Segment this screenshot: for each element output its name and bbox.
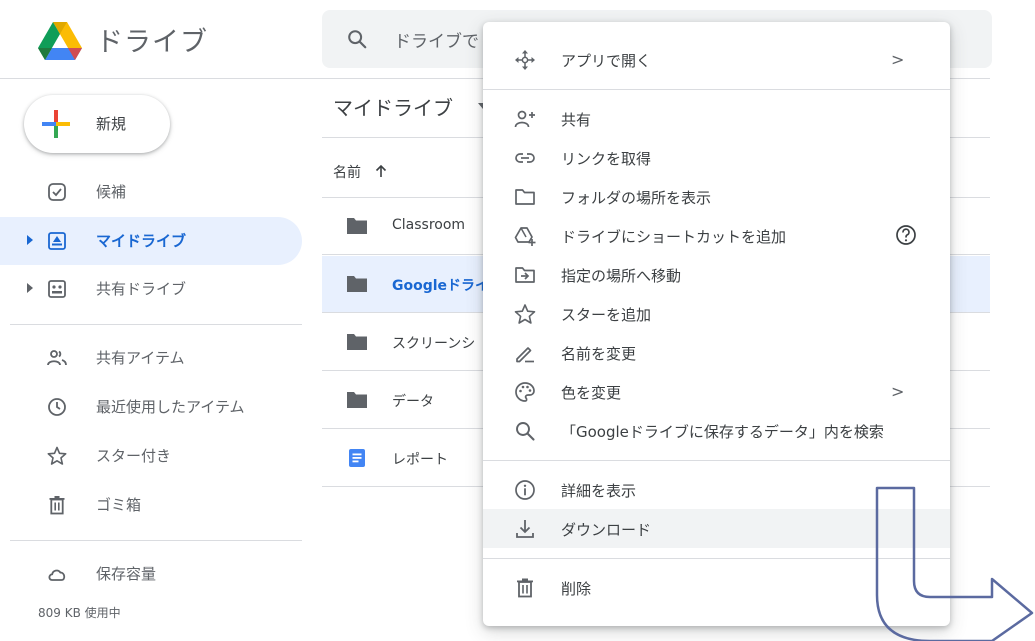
folder-icon — [347, 334, 367, 350]
new-button-label: 新規 — [96, 115, 127, 133]
menu-item-label: アプリで開く — [561, 52, 652, 70]
file-name: レポート — [392, 452, 448, 468]
new-button[interactable]: 新規 — [24, 95, 170, 153]
breadcrumb[interactable]: マイドライブ — [333, 92, 453, 121]
sidebar-item-label: 共有ドライブ — [96, 280, 187, 298]
sidebar-item-label: 最近使用したアイテム — [96, 398, 245, 416]
menu-item-label: フォルダの場所を表示 — [561, 189, 712, 207]
file-name: Classroom — [392, 217, 466, 233]
sidebar-item-suggested[interactable]: 候補 — [0, 168, 302, 216]
clock-icon — [48, 398, 66, 416]
download-icon — [516, 520, 534, 538]
pencil-icon — [516, 347, 534, 363]
menu-item-label: 名前を変更 — [561, 345, 637, 363]
sidebar-item-shared-drives[interactable]: 共有ドライブ — [0, 265, 302, 313]
info-icon — [515, 480, 535, 500]
column-header-name[interactable]: 名前 — [333, 162, 361, 182]
menu-divider — [483, 460, 950, 461]
menu-item-label: 指定の場所へ移動 — [561, 267, 682, 285]
sidebar-item-label: 共有アイテム — [96, 349, 185, 367]
google-drive-logo — [38, 22, 82, 60]
sidebar-divider — [10, 540, 302, 541]
menu-item-add-shortcut[interactable]: ドライブにショートカットを追加 — [483, 216, 950, 255]
menu-item-label: スターを追加 — [561, 306, 652, 324]
folder-outline-icon — [515, 189, 535, 205]
help-icon[interactable] — [895, 224, 917, 246]
my-drive-icon — [48, 232, 66, 250]
file-name: Googleドライ — [392, 278, 490, 294]
menu-item-add-star[interactable]: スターを追加 — [483, 294, 950, 333]
menu-item-rename[interactable]: 名前を変更 — [483, 333, 950, 372]
shared-drive-icon — [48, 280, 66, 298]
storage-used-text: 809 KB 使用中 — [38, 606, 121, 620]
file-name: スクリーンシ — [392, 336, 476, 352]
sidebar-item-label: スター付き — [96, 447, 172, 465]
file-name: データ — [392, 394, 434, 410]
menu-item-label: 削除 — [561, 580, 592, 598]
menu-item-get-link[interactable]: リンクを取得 — [483, 138, 950, 177]
sidebar-item-label: 保存容量 — [96, 565, 157, 583]
person-add-icon — [514, 110, 535, 128]
sidebar-item-label: ゴミ箱 — [96, 496, 142, 514]
plus-icon — [42, 110, 70, 138]
menu-item-share[interactable]: 共有 — [483, 99, 950, 138]
menu-item-change-color[interactable]: 色を変更 > — [483, 372, 950, 411]
menu-item-label: リンクを取得 — [561, 150, 652, 168]
star-outline-icon — [514, 304, 536, 324]
menu-item-label: 「Googleドライブに保存するデータ」内を検索 — [561, 423, 884, 441]
menu-item-show-folder-location[interactable]: フォルダの場所を表示 — [483, 177, 950, 216]
menu-divider — [483, 89, 950, 90]
sidebar-item-trash[interactable]: ゴミ箱 — [0, 481, 302, 529]
cloud-icon — [48, 569, 66, 581]
move-to-folder-icon — [515, 267, 535, 283]
trash-icon — [49, 496, 65, 515]
sidebar-item-starred[interactable]: スター付き — [0, 432, 302, 480]
sidebar-item-recent[interactable]: 最近使用したアイテム — [0, 383, 302, 431]
sidebar-item-my-drive[interactable]: マイドライブ — [0, 217, 302, 265]
expand-caret-icon[interactable] — [27, 235, 33, 245]
palette-icon — [515, 382, 535, 402]
sidebar-item-label: マイドライブ — [96, 232, 187, 250]
sidebar-divider — [10, 324, 302, 325]
sidebar-item-storage[interactable]: 保存容量 — [0, 550, 302, 598]
menu-item-label: 共有 — [561, 111, 592, 129]
open-with-icon — [515, 50, 535, 70]
menu-item-label: 詳細を表示 — [561, 482, 637, 500]
folder-icon — [347, 218, 367, 234]
annotation-arrow — [875, 486, 1034, 641]
expand-caret-icon[interactable] — [27, 283, 33, 293]
drive-shortcut-icon — [514, 227, 536, 246]
menu-item-label: 色を変更 — [561, 384, 622, 402]
search-icon — [516, 422, 535, 441]
menu-item-label: ダウンロード — [561, 521, 652, 539]
chevron-right-icon: > — [891, 382, 905, 401]
trash-icon — [517, 578, 533, 598]
google-docs-icon — [349, 449, 365, 467]
people-icon — [47, 350, 67, 366]
menu-item-open-with[interactable]: アプリで開く > — [483, 40, 950, 79]
app-title: ドライブ — [96, 27, 208, 58]
check-circle-icon — [48, 183, 66, 201]
sidebar-item-label: 候補 — [96, 183, 127, 201]
search-icon[interactable] — [346, 28, 368, 50]
menu-item-label: ドライブにショートカットを追加 — [561, 228, 787, 246]
folder-icon — [347, 276, 367, 292]
chevron-right-icon: > — [891, 50, 905, 69]
menu-item-move[interactable]: 指定の場所へ移動 — [483, 255, 950, 294]
link-icon — [515, 153, 535, 163]
folder-icon — [347, 392, 367, 408]
star-icon — [47, 446, 67, 465]
sort-arrow-up-icon[interactable] — [373, 163, 389, 179]
menu-item-search-within[interactable]: 「Googleドライブに保存するデータ」内を検索 — [483, 411, 950, 450]
sidebar-item-shared-with-me[interactable]: 共有アイテム — [0, 334, 302, 382]
